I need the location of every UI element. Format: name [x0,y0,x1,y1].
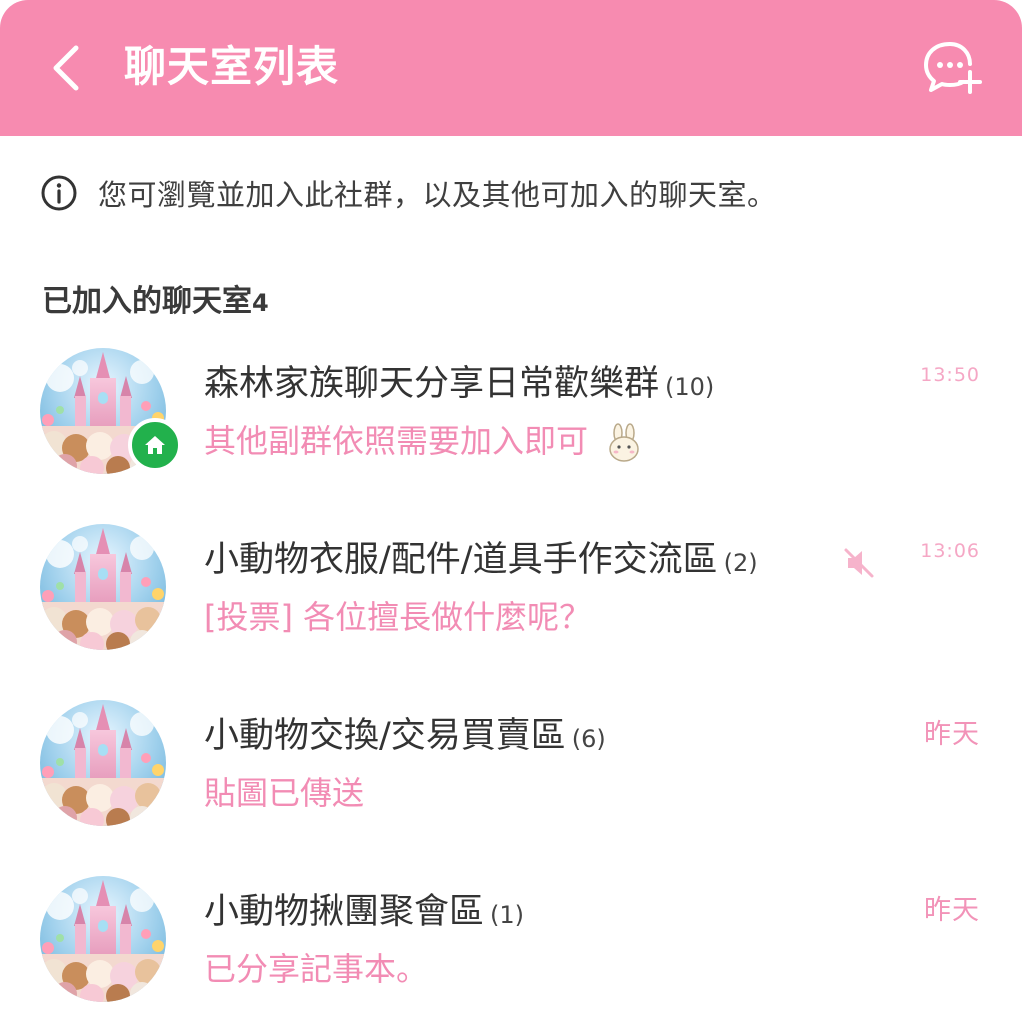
chat-room-item[interactable]: 森林家族聊天分享日常歡樂群 (10) 其他副群依照需要加入即可 13:50 [0,340,1022,500]
last-message-text: 貼圖已傳送 [204,774,365,812]
chat-room-item[interactable]: 小動物衣服/配件/道具手作交流區 (2) [投票] 各位擅長做什麼呢？ 13:06 [0,516,1022,676]
info-text: 您可瀏覽並加入此社群，以及其他可加入的聊天室。 [98,178,777,212]
last-message-text: 其他副群依照需要加入即可 [204,422,589,460]
section-count: 4 [252,289,269,317]
back-button[interactable] [40,36,100,100]
mute-icon [844,548,874,578]
member-count: (10) [665,373,715,401]
section-title-label: 已加入的聊天室 [42,284,252,319]
home-icon [145,436,165,454]
room-name: 小動物交換/交易買賣區 (6) [204,714,606,761]
last-message-text: [投票] 各位擅長做什麼呢？ [204,598,592,636]
bunny-sticker-icon [609,423,639,462]
member-count: (2) [723,549,758,577]
room-name-text: 森林家族聊天分享日常歡樂群 [204,364,660,404]
new-chat-button[interactable] [918,34,986,98]
last-message-text: 已分享記事本。 [204,950,429,988]
room-name-text: 小動物交換/交易買賣區 [204,716,566,756]
room-name: 小動物揪團聚會區 (1) [204,890,524,937]
page-title: 聊天室列表 [124,42,340,91]
last-message-preview: 貼圖已傳送 [204,772,364,814]
member-count: (1) [490,901,525,929]
last-message-preview: 其他副群依照需要加入即可 [204,420,644,463]
last-message-time: 13:50 [920,364,980,386]
room-name-text: 小動物衣服/配件/道具手作交流區 [204,540,718,580]
last-message-time: 昨天 [924,895,980,926]
room-name: 小動物衣服/配件/道具手作交流區 (2) [204,538,758,585]
section-title: 已加入的聊天室4 [42,276,269,320]
last-message-preview: 已分享記事本。 [204,948,428,990]
last-message-time: 13:06 [920,540,980,562]
app-header: 聊天室列表 [0,0,1022,136]
home-badge [128,418,182,472]
room-avatar [40,700,166,826]
room-avatar [40,876,166,1002]
chat-room-item[interactable]: 小動物揪團聚會區 (1) 已分享記事本。 昨天 [0,868,1022,1028]
last-message-time: 昨天 [924,719,980,750]
room-name: 森林家族聊天分享日常歡樂群 (10) [204,362,714,409]
member-count: (6) [571,725,606,753]
last-message-preview: [投票] 各位擅長做什麼呢？ [204,596,591,638]
chevron-left-icon [53,45,79,91]
chat-room-item[interactable]: 小動物交換/交易買賣區 (6) 貼圖已傳送 昨天 [0,692,1022,852]
info-icon [41,175,77,211]
room-avatar [40,524,166,650]
info-banner: 您可瀏覽並加入此社群，以及其他可加入的聊天室。 [40,168,1000,218]
chat-add-icon [924,42,982,94]
room-name-text: 小動物揪團聚會區 [204,892,485,932]
